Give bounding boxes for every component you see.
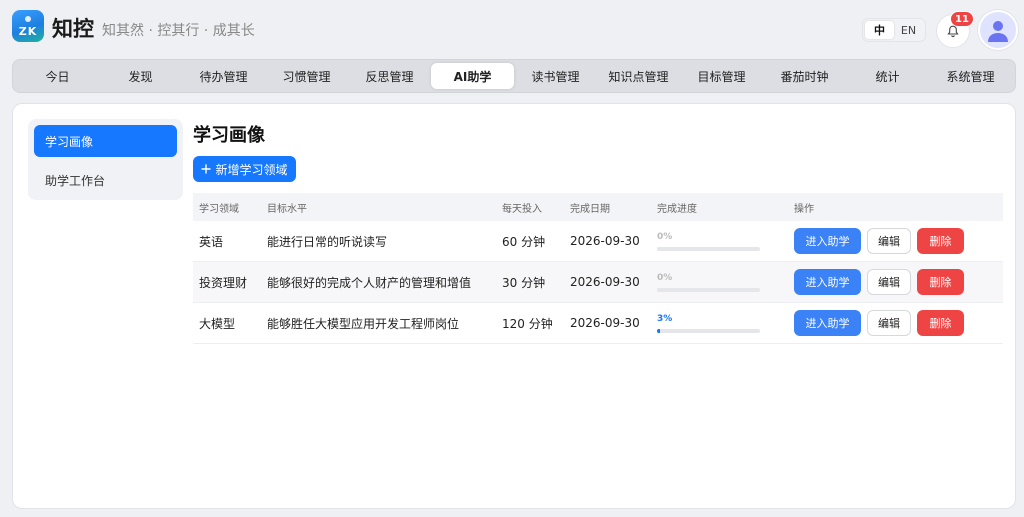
- header-progress: 完成进度: [657, 203, 697, 215]
- cell-goal: 能够胜任大模型应用开发工程师岗位: [267, 316, 460, 331]
- cell-actions: 进入助学 编辑 删除: [788, 228, 1003, 254]
- cell-date: 2026-09-30: [570, 316, 640, 330]
- sub-sidebar: 学习画像 助学工作台: [28, 119, 183, 200]
- delete-button[interactable]: 删除: [917, 269, 964, 295]
- header-goal: 目标水平: [267, 203, 307, 215]
- app-header: ZK 知控 知其然 · 控其行 · 成其长 中 EN 11: [0, 0, 1024, 58]
- logo-dot: [25, 16, 31, 22]
- language-switch: 中 EN: [862, 18, 926, 42]
- table-row: 英语 能进行日常的听说读写 60 分钟 2026-09-30 0% 进入助学 编…: [193, 221, 1003, 262]
- table-header: 学习领域 目标水平 每天投入 完成日期 完成进度 操作: [193, 193, 1003, 221]
- progress-fill: [657, 328, 661, 333]
- add-button-label: 新增学习领域: [215, 162, 288, 177]
- cell-date: 2026-09-30: [570, 275, 640, 289]
- cell-daily: 60 分钟: [502, 234, 546, 249]
- nav-item-knowledge[interactable]: 知识点管理: [597, 63, 680, 89]
- edit-button[interactable]: 编辑: [867, 228, 911, 254]
- nav-item-stats[interactable]: 统计: [846, 63, 929, 89]
- add-learning-domain-button[interactable]: 新增学习领域: [193, 156, 296, 182]
- nav-item-ai-study[interactable]: AI助学: [431, 63, 514, 89]
- progress-bar: [657, 328, 760, 333]
- cell-progress: 0%: [651, 232, 788, 251]
- cell-domain: 大模型: [199, 316, 236, 331]
- brand-title: 知控: [52, 17, 94, 41]
- cell-progress: 3%: [651, 314, 788, 333]
- user-avatar[interactable]: [978, 10, 1018, 50]
- header-domain: 学习领域: [199, 203, 239, 215]
- user-icon: [988, 21, 1008, 42]
- page-title: 学习画像: [193, 125, 265, 146]
- cell-actions: 进入助学 编辑 删除: [788, 269, 1003, 295]
- delete-button[interactable]: 删除: [917, 228, 964, 254]
- progress-label: 0%: [657, 272, 673, 283]
- delete-button[interactable]: 删除: [917, 310, 964, 336]
- nav-item-discover[interactable]: 发现: [99, 63, 182, 89]
- edit-button[interactable]: 编辑: [867, 310, 911, 336]
- nav-item-goal[interactable]: 目标管理: [680, 63, 763, 89]
- lang-option-en[interactable]: EN: [894, 21, 923, 39]
- nav-item-system[interactable]: 系统管理: [929, 63, 1012, 89]
- cell-daily: 30 分钟: [502, 275, 546, 290]
- logo-text: ZK: [18, 25, 38, 38]
- plus-icon: [201, 164, 212, 174]
- cell-domain: 投资理财: [199, 275, 248, 290]
- main-nav: 今日 发现 待办管理 习惯管理 反思管理 AI助学 读书管理 知识点管理 目标管…: [12, 59, 1016, 93]
- progress-label: 0%: [657, 231, 673, 242]
- cell-domain: 英语: [199, 234, 224, 249]
- progress-bar: [657, 246, 760, 251]
- brand-slogan: 知其然 · 控其行 · 成其长: [102, 23, 255, 39]
- learning-domain-table: 学习领域 目标水平 每天投入 完成日期 完成进度 操作 英语 能进行日常的听说读…: [193, 193, 1003, 344]
- app-logo[interactable]: ZK: [12, 10, 44, 42]
- cell-daily: 120 分钟: [502, 316, 553, 331]
- nav-item-reflection[interactable]: 反思管理: [348, 63, 431, 89]
- notification-badge: 11: [950, 11, 974, 27]
- nav-item-todo[interactable]: 待办管理: [182, 63, 265, 89]
- table-row: 大模型 能够胜任大模型应用开发工程师岗位 120 分钟 2026-09-30 3…: [193, 303, 1003, 344]
- cell-progress: 0%: [651, 273, 788, 292]
- table-row: 投资理财 能够很好的完成个人财产的管理和增值 30 分钟 2026-09-30 …: [193, 262, 1003, 303]
- progress-bar: [657, 287, 760, 292]
- edit-button[interactable]: 编辑: [867, 269, 911, 295]
- content-card: 学习画像 助学工作台 学习画像 新增学习领域 学习领域 目标水平 每天投入 完成…: [12, 103, 1016, 509]
- enter-study-button[interactable]: 进入助学: [794, 228, 861, 254]
- sidebar-item-study-workbench[interactable]: 助学工作台: [34, 164, 177, 196]
- cell-goal: 能进行日常的听说读写: [267, 234, 388, 249]
- sidebar-item-learning-profile[interactable]: 学习画像: [34, 125, 177, 157]
- cell-actions: 进入助学 编辑 删除: [788, 310, 1003, 336]
- enter-study-button[interactable]: 进入助学: [794, 310, 861, 336]
- header-actions: 操作: [794, 203, 814, 215]
- cell-date: 2026-09-30: [570, 234, 640, 248]
- progress-label: 3%: [657, 313, 673, 324]
- header-date: 完成日期: [570, 203, 610, 215]
- nav-item-habit[interactable]: 习惯管理: [265, 63, 348, 89]
- nav-item-pomodoro[interactable]: 番茄时钟: [763, 63, 846, 89]
- header-daily: 每天投入: [502, 203, 542, 215]
- cell-goal: 能够很好的完成个人财产的管理和增值: [267, 275, 472, 290]
- nav-item-reading[interactable]: 读书管理: [514, 63, 597, 89]
- lang-option-zh[interactable]: 中: [865, 21, 894, 39]
- enter-study-button[interactable]: 进入助学: [794, 269, 861, 295]
- nav-item-today[interactable]: 今日: [16, 63, 99, 89]
